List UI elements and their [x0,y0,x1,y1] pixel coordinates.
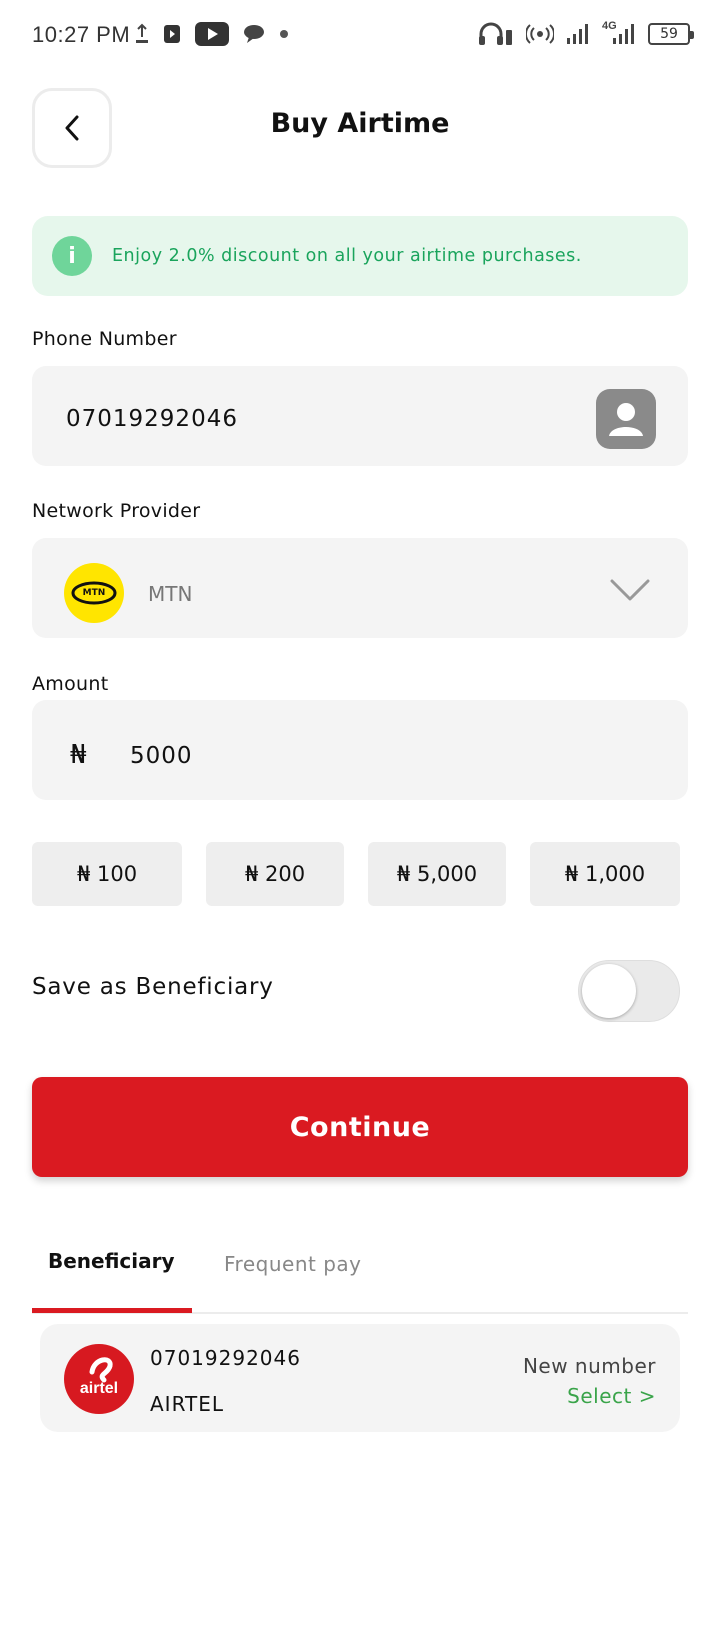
signal-icon [567,24,588,44]
headphones-icon [479,22,512,45]
status-time: 10:27 PM [32,22,131,47]
info-icon: i [52,236,92,276]
signal-4g-icon: 4G [602,20,636,46]
beneficiary-number: 07019292046 [150,1346,301,1370]
system-icons: 4G 59 [478,20,694,46]
airtel-logo: airtel [64,1344,134,1414]
page-title: Buy Airtime [270,108,450,139]
battery-icon: 59 [648,23,694,45]
quick-amount-200[interactable]: ₦ 200 [206,842,344,906]
airtel-logo-text: airtel [79,1380,119,1397]
beneficiary-network: AIRTEL [150,1392,225,1416]
tab-beneficiary[interactable]: Beneficiary [48,1249,175,1273]
hotspot-icon [526,24,554,44]
notification-icons [135,22,289,46]
beneficiary-status: New number [522,1354,656,1378]
youtube-icon [195,22,229,46]
chat-icon [244,25,264,43]
person-icon [609,403,643,436]
continue-button[interactable]: Continue [32,1077,688,1177]
chevron-down-icon [610,579,650,601]
tab-active-indicator [32,1308,192,1313]
provider-label: Network Provider [32,500,201,522]
provider-value: MTN [148,582,193,606]
beneficiary-select-link[interactable]: Select > [567,1384,656,1408]
quick-amount-100[interactable]: ₦ 100 [32,842,182,906]
currency-symbol: ₦ [70,740,87,770]
upload-icon [136,23,148,43]
media-icon [164,25,180,43]
quick-amount-5000[interactable]: ₦ 5,000 [368,842,506,906]
phone-value: 07019292046 [66,406,238,432]
tab-frequent-pay[interactable]: Frequent pay [224,1252,361,1276]
dot-icon [280,30,288,38]
contact-picker-button[interactable] [596,389,656,449]
save-beneficiary-label: Save as Beneficiary [32,974,274,1000]
provider-select[interactable] [32,538,688,638]
phone-label: Phone Number [32,328,177,350]
mtn-logo-text: MTN [82,588,106,598]
discount-banner: i Enjoy 2.0% discount on all your airtim… [32,216,688,296]
beneficiary-card[interactable] [40,1324,680,1432]
mtn-logo: MTN [64,563,124,623]
discount-text: Enjoy 2.0% discount on all your airtime … [112,246,582,266]
status-bar: 10:27 PM 4G 59 [0,0,720,72]
quick-amount-1000[interactable]: ₦ 1,000 [530,842,680,906]
toggle-knob[interactable] [582,964,636,1018]
battery-level: 59 [660,26,678,42]
amount-label: Amount [32,673,109,695]
amount-value: 5000 [130,743,193,769]
